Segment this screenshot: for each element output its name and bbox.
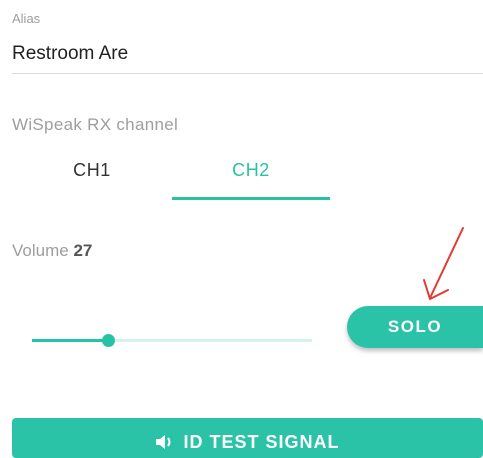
id-test-signal-label: ID TEST SIGNAL (183, 432, 340, 452)
volume-slider-fill (32, 339, 108, 342)
alias-input[interactable]: Restroom Are (12, 43, 128, 65)
rx-channel-label: WiSpeak RX channel (12, 115, 179, 134)
id-test-signal-button[interactable]: ID TEST SIGNAL (12, 418, 483, 458)
volume-label: Volume 27 (12, 241, 92, 261)
alias-input-underline (12, 73, 483, 74)
volume-value: 27 (73, 241, 93, 260)
solo-button[interactable]: SOLO (347, 306, 483, 348)
tab-ch1[interactable]: CH1 (12, 144, 172, 196)
alias-label: Alias (12, 11, 41, 26)
tab-ch2[interactable]: CH2 (172, 144, 330, 196)
volume-label-text: Volume (12, 241, 69, 260)
volume-slider-thumb[interactable] (102, 334, 115, 347)
tab-selected-indicator (172, 197, 330, 200)
speaker-icon (156, 435, 171, 449)
annotation-arrow-icon (423, 227, 464, 300)
